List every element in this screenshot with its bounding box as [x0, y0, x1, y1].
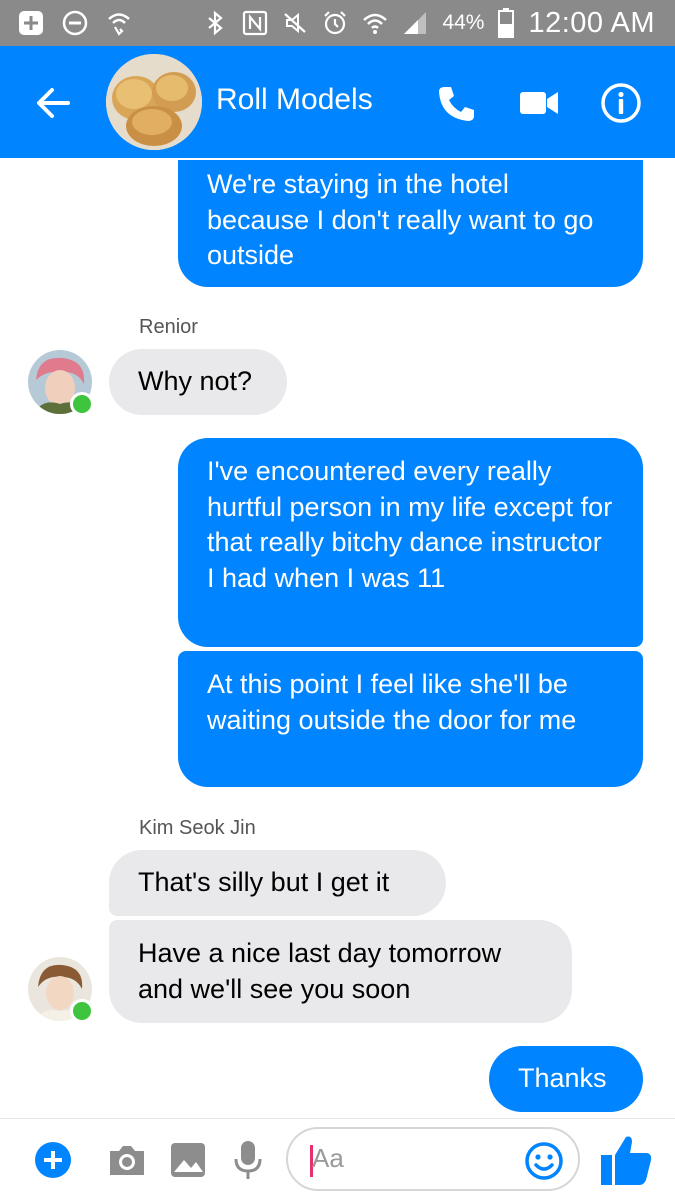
message-composer: Aa — [0, 1118, 675, 1201]
battery-percentage: 44% — [442, 11, 485, 34]
thumbs-up-icon[interactable] — [600, 1133, 652, 1187]
signal-icon — [404, 12, 427, 34]
message-bubble-outgoing[interactable]: We're staying in the hotel because I don… — [178, 160, 643, 287]
avatar-kim-seok-jin[interactable] — [28, 957, 94, 1023]
back-arrow-icon[interactable] — [32, 82, 74, 124]
conversation-header: Roll Models — [0, 46, 675, 158]
plus-icon[interactable] — [34, 1141, 72, 1179]
message-bubble-outgoing[interactable]: At this point I feel like she'll be wait… — [178, 651, 643, 787]
image-icon[interactable] — [170, 1142, 206, 1178]
info-icon[interactable] — [600, 82, 642, 124]
wifi-icon — [363, 13, 388, 34]
online-status-dot — [70, 999, 94, 1023]
message-bubble-incoming[interactable]: That's silly but I get it — [109, 850, 446, 916]
phone-icon[interactable] — [436, 82, 478, 124]
message-bubble-incoming[interactable]: Have a nice last day tomorrow and we'll … — [109, 920, 572, 1023]
online-status-dot — [70, 392, 94, 416]
clock: 12:00 AM — [528, 6, 655, 39]
message-input[interactable]: Aa — [286, 1127, 580, 1191]
status-bar: 44% 12:00 AM — [0, 0, 675, 46]
video-camera-icon[interactable] — [518, 84, 560, 122]
avatar-renior[interactable] — [28, 350, 94, 416]
group-avatar[interactable] — [106, 54, 202, 150]
nfc-icon — [243, 10, 268, 36]
bluetooth-icon — [208, 10, 224, 36]
conversation-title[interactable]: Roll Models — [216, 83, 373, 117]
minus-circle-icon — [62, 10, 88, 36]
alarm-icon — [324, 11, 347, 35]
sender-name: Renior — [139, 316, 198, 338]
sender-name: Kim Seok Jin — [139, 817, 256, 839]
battery-icon — [498, 8, 515, 38]
message-input-placeholder: Aa — [312, 1143, 344, 1173]
message-bubble-outgoing[interactable]: Thanks — [489, 1046, 643, 1112]
message-bubble-outgoing[interactable]: I've encountered every really hurtful pe… — [178, 438, 643, 647]
emoji-icon[interactable] — [524, 1141, 564, 1181]
add-icon — [19, 11, 43, 35]
camera-icon[interactable] — [107, 1143, 147, 1177]
message-bubble-incoming[interactable]: Why not? — [109, 349, 287, 415]
microphone-icon[interactable] — [233, 1139, 263, 1181]
mute-icon — [284, 12, 307, 34]
wifi-calling-icon — [108, 13, 130, 36]
